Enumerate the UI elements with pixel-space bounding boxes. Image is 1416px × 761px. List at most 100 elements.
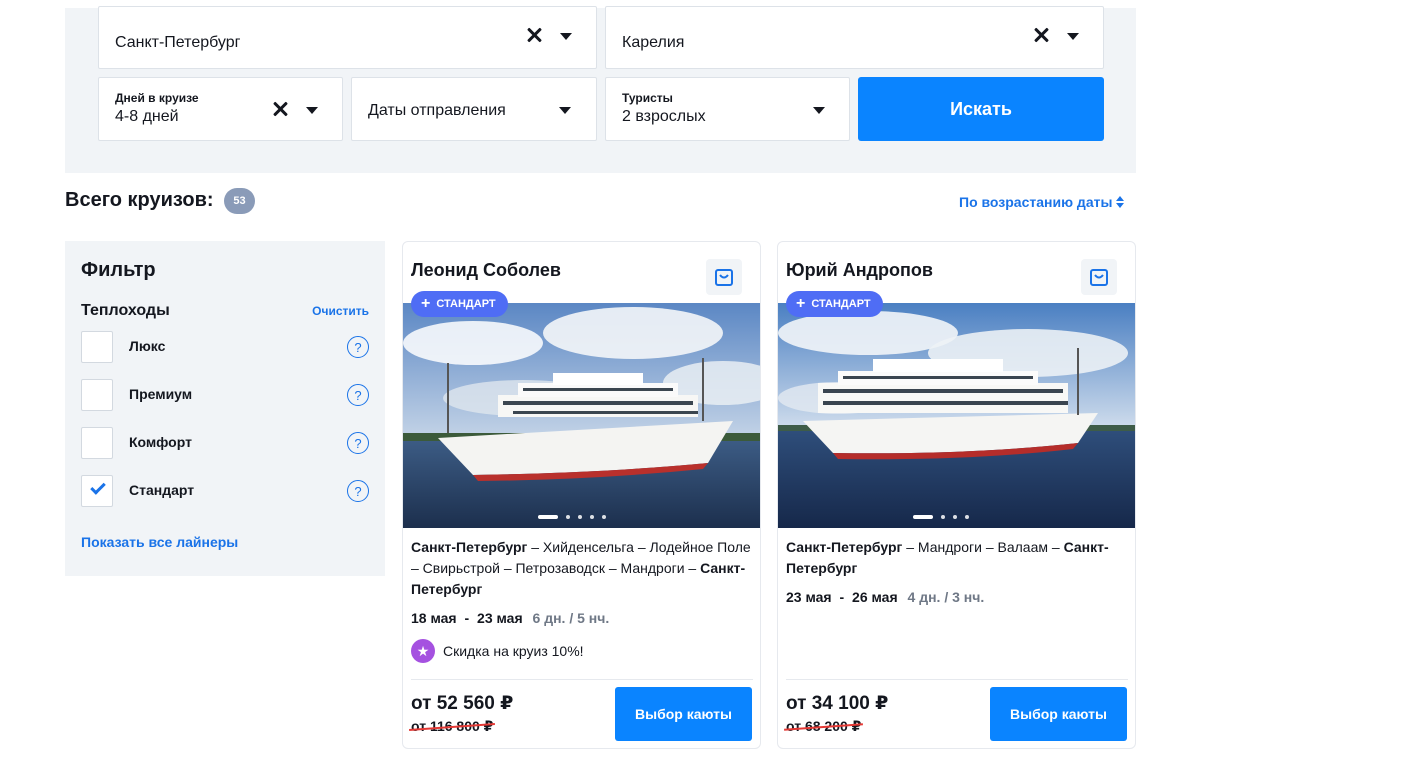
- slide-dot-active[interactable]: [913, 515, 933, 519]
- help-circle-icon[interactable]: ?: [347, 480, 369, 502]
- ship-name[interactable]: Юрий Андропов: [786, 260, 933, 281]
- filter-option-label: Люкс: [129, 338, 166, 354]
- shopping-bag-icon: [715, 269, 733, 286]
- slide-dot-active[interactable]: [538, 515, 558, 519]
- ship-name[interactable]: Леонид Соболев: [411, 260, 561, 281]
- show-all-ships-link[interactable]: Показать все лайнеры: [81, 534, 238, 550]
- route-description: Санкт-Петербург – Мандроги – Валаам – Са…: [786, 537, 1128, 579]
- help-circle-icon[interactable]: ?: [347, 432, 369, 454]
- filter-option-comfort[interactable]: Комфорт ?: [81, 427, 369, 459]
- sort-label: По возрастанию даты: [959, 194, 1113, 210]
- date-to: 23 мая: [477, 610, 523, 626]
- cruise-card[interactable]: Леонид Соболев + СТАНДАРТ Санкт-Петербур…: [402, 241, 761, 749]
- cruise-dates: 23 мая - 26 мая 4 дн. / 3 нч.: [786, 589, 984, 605]
- tourists-value: 2 взрослых: [622, 108, 706, 125]
- checkmark-icon: [90, 479, 106, 495]
- cruise-duration: 4 дн. / 3 нч.: [907, 589, 985, 605]
- filter-option-lux[interactable]: Люкс ?: [81, 331, 369, 363]
- slide-dot[interactable]: [602, 515, 606, 519]
- date-separator: -: [839, 589, 845, 605]
- divider: [786, 679, 1128, 680]
- close-icon[interactable]: [272, 101, 288, 117]
- sort-arrows-icon: [1116, 195, 1125, 209]
- star-icon: ★: [411, 639, 435, 663]
- search-panel: Санкт-Петербург Карелия Дней в круизе 4-…: [65, 6, 1136, 173]
- slide-dots[interactable]: [913, 515, 969, 519]
- favorite-button[interactable]: [1081, 259, 1117, 295]
- promo-discount: ★ Скидка на круиз 10%!: [411, 639, 584, 663]
- cruise-card[interactable]: Юрий Андропов + СТАНДАРТ Санкт-Петербург…: [777, 241, 1136, 749]
- help-circle-icon[interactable]: ?: [347, 384, 369, 406]
- close-icon[interactable]: [526, 27, 542, 43]
- cruise-duration: 6 дн. / 5 нч.: [532, 610, 610, 626]
- class-badge: + СТАНДАРТ: [411, 291, 508, 317]
- price: от 52 560 ₽: [411, 693, 514, 714]
- chevron-down-icon[interactable]: [560, 33, 572, 40]
- search-button[interactable]: Искать: [858, 77, 1104, 141]
- tourists-caption: Туристы: [622, 91, 673, 105]
- cruise-dates: 18 мая - 23 мая 6 дн. / 5 нч.: [411, 610, 609, 626]
- help-circle-icon[interactable]: ?: [347, 336, 369, 358]
- date-from: 23 мая: [786, 589, 832, 605]
- route-description: Санкт-Петербург – Хийденсельга – Лодейно…: [411, 537, 753, 600]
- slide-dot[interactable]: [953, 515, 957, 519]
- departure-city-value: Санкт-Петербург: [115, 34, 241, 51]
- choose-cabin-button[interactable]: Выбор каюты: [990, 687, 1127, 741]
- checkbox-checked[interactable]: [81, 475, 113, 507]
- filter-option-label: Комфорт: [129, 434, 192, 450]
- destination-field[interactable]: Карелия: [605, 6, 1104, 69]
- filter-option-label: Стандарт: [129, 482, 195, 498]
- filter-panel: Фильтр Теплоходы Очистить Люкс ? Премиум…: [65, 241, 385, 576]
- checkbox[interactable]: [81, 331, 113, 363]
- slide-dot[interactable]: [941, 515, 945, 519]
- filter-group-title: Теплоходы: [81, 302, 170, 319]
- checkbox[interactable]: [81, 379, 113, 411]
- choose-cabin-button[interactable]: Выбор каюты: [615, 687, 752, 741]
- total-cruises-count: 53: [224, 188, 255, 214]
- date-separator: -: [464, 610, 470, 626]
- chevron-down-icon[interactable]: [813, 107, 825, 114]
- chevron-down-icon[interactable]: [559, 107, 571, 114]
- slide-dot[interactable]: [590, 515, 594, 519]
- divider: [411, 679, 753, 680]
- date-to: 26 мая: [852, 589, 898, 605]
- departure-dates-placeholder: Даты отправления: [368, 102, 506, 119]
- slide-dot[interactable]: [566, 515, 570, 519]
- price: от 34 100 ₽: [786, 693, 889, 714]
- slide-dots[interactable]: [538, 515, 606, 519]
- filter-option-label: Премиум: [129, 386, 193, 402]
- class-badge-label: СТАНДАРТ: [436, 298, 496, 310]
- ship-photo[interactable]: [403, 303, 760, 528]
- tourists-field[interactable]: Туристы 2 взрослых: [605, 77, 850, 141]
- route-stops: – Мандроги – Валаам –: [902, 539, 1064, 555]
- filter-option-standard[interactable]: Стандарт ?: [81, 475, 369, 507]
- old-price: от 116 800 ₽: [411, 718, 494, 734]
- filter-clear-link[interactable]: Очистить: [312, 304, 369, 318]
- cruise-days-value: 4-8 дней: [115, 108, 179, 125]
- class-badge: + СТАНДАРТ: [786, 291, 883, 317]
- slide-dot[interactable]: [578, 515, 582, 519]
- slide-dot[interactable]: [965, 515, 969, 519]
- ship-photo[interactable]: [778, 303, 1135, 528]
- filter-option-premium[interactable]: Премиум ?: [81, 379, 369, 411]
- route-start: Санкт-Петербург: [786, 539, 903, 555]
- cruise-days-field[interactable]: Дней в круизе 4-8 дней: [98, 77, 343, 141]
- route-start: Санкт-Петербург: [411, 539, 528, 555]
- favorite-button[interactable]: [706, 259, 742, 295]
- close-icon[interactable]: [1033, 27, 1049, 43]
- filter-title: Фильтр: [81, 259, 156, 281]
- destination-value: Карелия: [622, 34, 685, 51]
- plus-icon: +: [796, 295, 806, 312]
- cruise-days-caption: Дней в круизе: [115, 91, 199, 105]
- departure-dates-field[interactable]: Даты отправления: [351, 77, 597, 141]
- departure-city-field[interactable]: Санкт-Петербург: [98, 6, 597, 69]
- promo-text: Скидка на круиз 10%!: [443, 643, 584, 659]
- chevron-down-icon[interactable]: [306, 107, 318, 114]
- sort-dropdown[interactable]: По возрастанию даты: [959, 194, 1125, 210]
- chevron-down-icon[interactable]: [1067, 33, 1079, 40]
- plus-icon: +: [421, 295, 431, 312]
- old-price: от 68 200 ₽: [786, 718, 862, 734]
- checkbox[interactable]: [81, 427, 113, 459]
- class-badge-label: СТАНДАРТ: [811, 298, 871, 310]
- shopping-bag-icon: [1090, 269, 1108, 286]
